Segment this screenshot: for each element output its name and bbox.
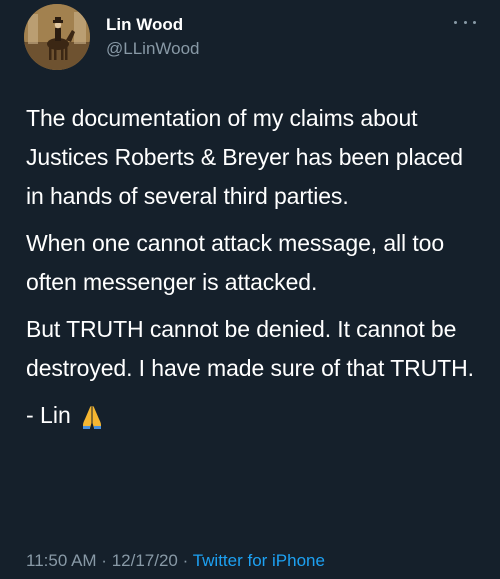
- meta-separator: ·: [177, 551, 193, 570]
- signoff-text: - Lin: [26, 402, 71, 428]
- more-dot: [473, 20, 476, 24]
- tweet-source-link[interactable]: Twitter for iPhone: [193, 551, 325, 570]
- avatar[interactable]: [24, 4, 90, 70]
- tweet-time[interactable]: 11:50 AM: [26, 551, 97, 570]
- meta-separator: ·: [96, 551, 112, 570]
- tweet-signoff: - Lin: [26, 396, 480, 435]
- user-names: Lin Wood @LLinWood: [106, 14, 200, 60]
- display-name[interactable]: Lin Wood: [106, 14, 200, 36]
- tweet-date[interactable]: 12/17/20: [112, 551, 178, 570]
- more-dot: [463, 20, 467, 24]
- tweet-meta: 11:50 AM · 12/17/20 · Twitter for iPhone: [26, 550, 325, 572]
- folded-hands-icon: [79, 403, 105, 429]
- horse-rider-avatar-icon: [24, 4, 90, 70]
- tweet-paragraph: But TRUTH cannot be denied. It cannot be…: [26, 316, 474, 381]
- more-dot: [454, 20, 457, 24]
- tweet-card: Lin Wood @LLinWood The documentation of …: [0, 0, 500, 579]
- tweet-paragraph: The documentation of my claims about Jus…: [26, 105, 463, 209]
- user-handle[interactable]: @LLinWood: [106, 38, 200, 60]
- more-options-icon[interactable]: [454, 18, 476, 26]
- tweet-paragraph: When one cannot attack message, all too …: [26, 230, 445, 295]
- tweet-header: Lin Wood @LLinWood: [24, 4, 476, 70]
- tweet-body: The documentation of my claims about Jus…: [26, 99, 480, 435]
